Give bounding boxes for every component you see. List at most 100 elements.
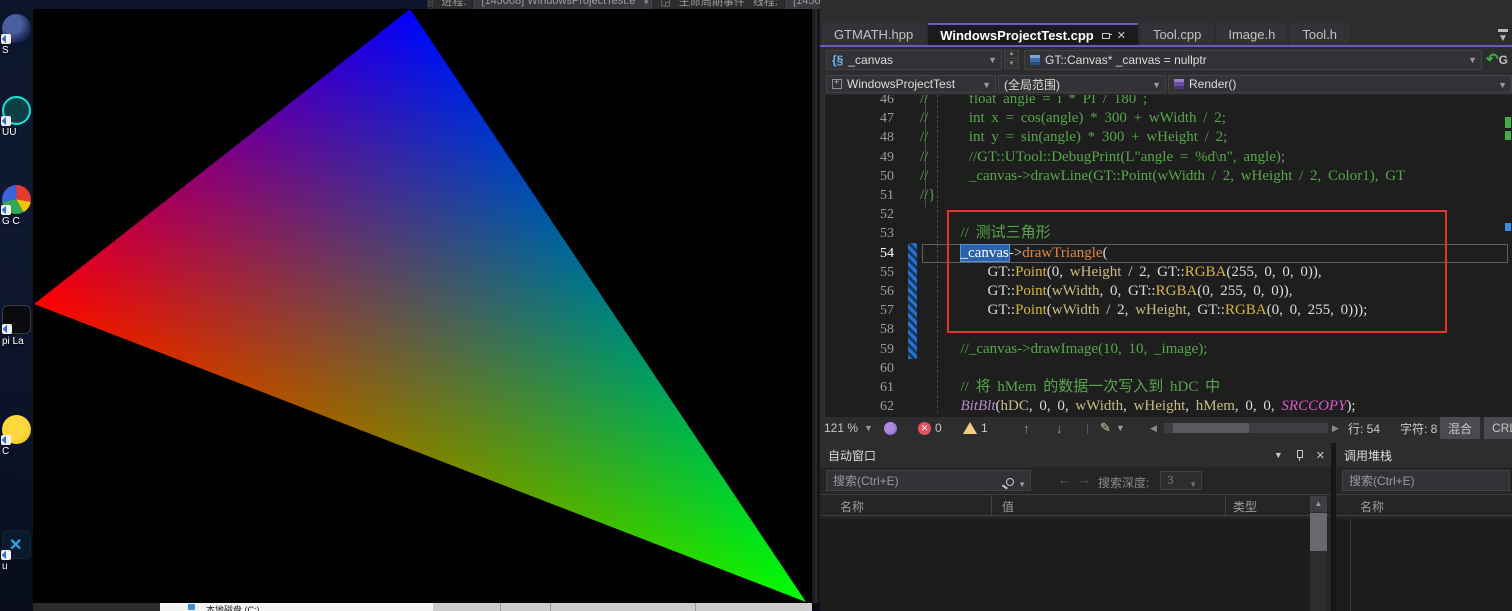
line-number: 51 <box>820 186 894 205</box>
status-line-ending-mode[interactable]: 混合 <box>1440 417 1480 439</box>
explorer-title: 本地磁盘 (C:) <box>206 603 260 611</box>
panel-menu-icon[interactable]: ▼ <box>1274 450 1283 460</box>
code-editor[interactable]: 46// float angle = i * PI / 180 ;47// in… <box>820 95 1512 417</box>
pin-icon[interactable] <box>1295 450 1304 461</box>
shortcut-arrow-badge <box>1 435 11 445</box>
process-label: 进程: <box>441 0 466 9</box>
close-icon[interactable]: ✕ <box>1316 449 1325 462</box>
thread-label: 线程: <box>753 0 778 9</box>
code-line-49[interactable]: // //GT::UTool::DebugPrint(L"angle = %d\… <box>920 148 1285 167</box>
signature-dropdown[interactable]: GT::Canvas* _canvas = nullptr ▼ <box>1024 50 1482 70</box>
shortcut-arrow-badge <box>2 324 12 334</box>
autos-scrollbar[interactable]: ▲ <box>1310 496 1327 611</box>
line-number: 53 <box>820 224 894 243</box>
pin-icon[interactable] <box>1101 31 1110 40</box>
code-line-48[interactable]: // int y = sin(angle) * 300 + wHeight / … <box>920 128 1227 147</box>
format-document-icon[interactable]: ✎▼ <box>1100 417 1125 439</box>
icon-label: G C <box>2 216 33 227</box>
close-icon[interactable]: ✕ <box>1117 29 1126 42</box>
code-line-51[interactable]: //} <box>920 186 936 205</box>
tab-tool-h[interactable]: Tool.h <box>1290 23 1349 45</box>
scroll-up-icon[interactable]: ▲ <box>1310 496 1327 512</box>
callstack-search-row: 搜索(Ctrl+E) <box>1336 467 1512 494</box>
taskbar-sliver <box>33 603 160 611</box>
lifecycle-label[interactable]: 生命周期事件 <box>679 0 745 9</box>
column-type[interactable]: 类型 <box>1233 498 1257 515</box>
line-number: 60 <box>820 359 894 378</box>
tab-overflow-icon[interactable]: ▬▼ <box>1498 25 1508 43</box>
changed-lines-bar <box>908 243 917 359</box>
uu-app-icon[interactable]: UU <box>2 96 33 138</box>
status-eol[interactable]: CRL <box>1484 417 1512 439</box>
icon-label: UU <box>2 127 33 138</box>
code-line-47[interactable]: // int x = cos(angle) * 300 + wWidth / 2… <box>920 109 1226 128</box>
dark-app-icon[interactable]: pi La <box>2 305 33 347</box>
search-back-icon[interactable]: ← <box>1058 472 1071 487</box>
line-number: 50 <box>820 167 894 186</box>
lifecycle-icon[interactable]: ◲ <box>660 0 670 8</box>
line-number: 46 <box>820 95 894 109</box>
autos-title[interactable]: 自动窗口 ▼ ✕ <box>820 443 1331 467</box>
shortcut-arrow-badge <box>1 550 11 560</box>
tab-image-h[interactable]: Image.h <box>1216 23 1287 45</box>
zoom-dropdown[interactable]: 121 %▼ <box>824 417 873 439</box>
project-dropdown[interactable]: WindowsProjectTest ▼ <box>826 75 996 93</box>
class-icon <box>1030 55 1040 65</box>
pie-app-icon[interactable]: G C <box>2 185 33 227</box>
hscroll-thumb[interactable] <box>1173 423 1249 433</box>
column-value[interactable]: 值 <box>1002 498 1014 515</box>
column-name[interactable]: 名称 <box>1360 498 1384 515</box>
line-number: 61 <box>820 378 894 397</box>
callstack-body[interactable] <box>1336 519 1512 611</box>
search-depth-dropdown[interactable]: 3 ▼ <box>1160 471 1202 490</box>
chevron-down-icon: ▼ <box>988 55 997 65</box>
visual-studio-window: GTMATH.hppWindowsProjectTest.cpp✕Tool.cp… <box>820 0 1512 611</box>
intellisense-icon[interactable] <box>884 417 897 439</box>
search-forward-icon[interactable]: → <box>1078 472 1091 487</box>
warning-count[interactable]: 1 <box>963 417 988 439</box>
symbol-stepper[interactable]: ▲▼ <box>1004 50 1019 70</box>
member-dropdown[interactable]: Render() ▼ <box>1168 75 1512 93</box>
process-dropdown[interactable]: [145008] WindowsProjectTest.e <box>474 0 652 9</box>
code-line-50[interactable]: // _canvas->drawLine(GT::Point(wWidth / … <box>920 167 1405 186</box>
hscroll-right-icon[interactable]: ▶ <box>1332 417 1339 439</box>
hscroll-left-icon[interactable]: ◀ <box>1150 417 1157 439</box>
editor-statusbar: 121 %▼ ✕ 0 1 ↑ ↓ | ✎▼ ◀ ▶ 行: 54 字符: 8 混合… <box>820 417 1512 439</box>
line-number: 49 <box>820 148 894 167</box>
navigation-bar-1: {§ _canvas ▼ ▲▼ GT::Canvas* _canvas = nu… <box>820 48 1512 73</box>
navigate-back-icon[interactable]: ↶G <box>1486 50 1512 70</box>
symbol-dropdown[interactable]: {§ _canvas ▼ <box>826 50 1002 70</box>
prev-issue-icon[interactable]: ↑ <box>1023 417 1030 439</box>
field-icon: {§ <box>832 53 843 67</box>
callstack-title[interactable]: 调用堆栈 <box>1336 443 1512 467</box>
scope-dropdown[interactable]: (全局范围) ▼ <box>998 75 1166 93</box>
error-count[interactable]: ✕ 0 <box>918 417 942 439</box>
next-issue-icon[interactable]: ↓ <box>1056 417 1063 439</box>
shortcut-arrow-badge <box>1 205 11 215</box>
scrollmap-mark-blue <box>1505 223 1511 231</box>
explorer-titlebar-sliver[interactable]: 本地磁盘 (C:) <box>160 603 433 611</box>
toolbar-grip[interactable]: ⣿ <box>427 0 433 7</box>
callstack-search-input[interactable]: 搜索(Ctrl+E) <box>1342 470 1510 491</box>
scrollmap-mark-green <box>1505 131 1511 140</box>
tabbar-accent-line <box>820 45 1512 47</box>
navigation-bar-2: WindowsProjectTest ▼ (全局范围) ▼ Render() ▼ <box>820 74 1512 95</box>
disk-icon <box>188 604 195 610</box>
tab-windowsprojecttest-cpp[interactable]: WindowsProjectTest.cpp✕ <box>928 23 1138 45</box>
code-line-46[interactable]: // float angle = i * PI / 180 ; <box>920 95 1147 109</box>
yellow-app-icon[interactable]: C <box>2 415 33 457</box>
autos-search-input[interactable]: 搜索(Ctrl+E) ▼ <box>826 470 1031 491</box>
tab-tool-cpp[interactable]: Tool.cpp <box>1141 23 1213 45</box>
code-line-61[interactable]: // 将 hMem 的数据一次写入到 hDC 中 <box>920 378 1220 397</box>
bluex-app-icon[interactable]: u <box>2 530 33 572</box>
code-line-62[interactable]: BitBlt(hDC, 0, 0, wWidth, wHeight, hMem,… <box>920 397 1356 416</box>
scroll-thumb[interactable] <box>1310 513 1327 551</box>
planet-app-icon[interactable]: S <box>2 14 33 56</box>
line-number: 56 <box>820 282 894 301</box>
code-line-59[interactable]: //_canvas->drawImage(10, 10, _image); <box>920 340 1207 359</box>
autos-body[interactable] <box>820 519 1310 611</box>
column-name[interactable]: 名称 <box>840 498 864 515</box>
horizontal-scrollbar[interactable] <box>1164 417 1328 439</box>
explorer-toolbar-sliver <box>433 603 812 611</box>
tab-gtmath-hpp[interactable]: GTMATH.hpp <box>822 23 925 45</box>
